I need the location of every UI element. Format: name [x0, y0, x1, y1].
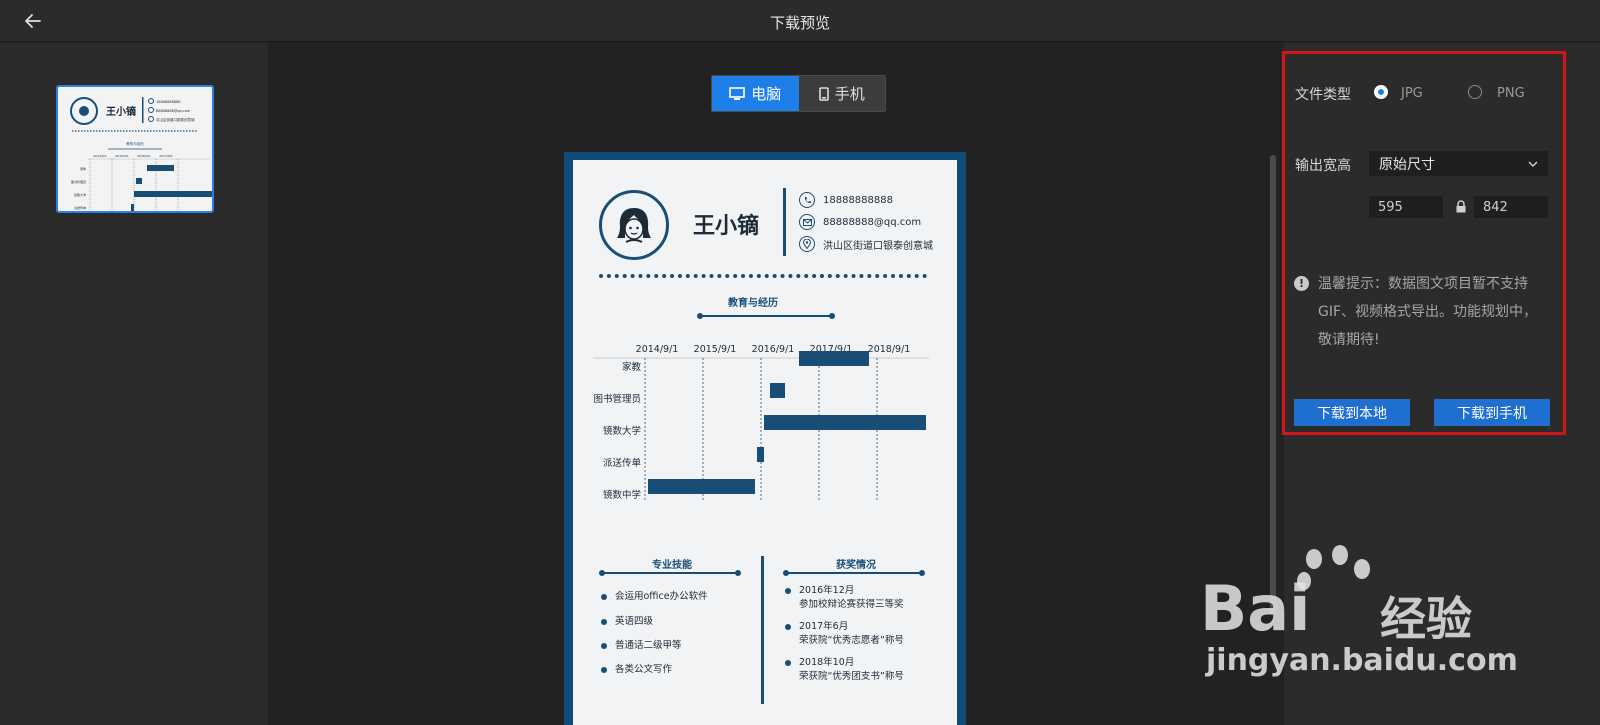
watermark-brand: Bai	[1200, 572, 1311, 645]
watermark-brand-cn: 经验	[1380, 592, 1472, 646]
file-type-label: 文件类型	[1295, 87, 1351, 103]
timeline-bar	[799, 351, 869, 366]
page-thumbnail[interactable]: 王小镝 18888888888 88888888@qq.com 洪山区街道口银泰…	[56, 85, 214, 213]
phone-text: 18888888888	[823, 194, 893, 206]
thumbnail-panel: 王小镝 18888888888 88888888@qq.com 洪山区街道口银泰…	[0, 43, 268, 725]
location-pin-icon	[799, 236, 815, 252]
contact-email: 88888888@qq.com	[799, 214, 921, 230]
education-section-title: 教育与经历	[728, 298, 778, 309]
thumb-row-label: 图书管理员	[71, 179, 86, 184]
section-line-dot	[919, 570, 925, 576]
height-input[interactable]	[1474, 196, 1548, 218]
section-line	[602, 572, 738, 574]
preview-scrollbar[interactable]	[1270, 155, 1276, 615]
output-size-label: 输出宽高	[1295, 158, 1351, 174]
timeline-row-label: 镜数大学	[603, 425, 641, 437]
mail-icon	[799, 214, 815, 230]
email-text: 88888888@qq.com	[823, 216, 922, 228]
resume-name: 王小镝	[693, 214, 760, 239]
column-divider	[761, 556, 764, 704]
thumb-date-label: 2014/9/1	[93, 154, 107, 158]
download-local-button[interactable]: 下载到本地	[1294, 399, 1410, 426]
contact-address: 洪山区街道口银泰创意城	[799, 236, 933, 252]
thumbnail-preview: 王小镝 18888888888 88888888@qq.com 洪山区街道口银泰…	[70, 97, 212, 211]
png-label: PNG	[1497, 86, 1525, 101]
jpg-label: JPG	[1401, 86, 1423, 101]
award-item: 2018年10月 荣获院“优秀团支书”称号	[785, 656, 904, 684]
timeline-row-label: 家教	[622, 361, 642, 373]
watermark-url: jingyan.baidu.com	[1206, 643, 1518, 678]
awards-section-title: 获奖情况	[836, 560, 876, 571]
jpg-radio[interactable]	[1374, 85, 1388, 99]
monitor-icon	[729, 86, 746, 100]
timeline-date-label: 2018/9/1	[868, 344, 911, 355]
section-line	[786, 572, 922, 574]
device-toggle: 电脑 手机	[711, 75, 886, 112]
computer-view-button[interactable]: 电脑	[712, 76, 799, 111]
computer-view-label: 电脑	[751, 85, 782, 103]
thumb-date-label: 2015/9/1	[115, 154, 129, 158]
section-line-dot	[829, 313, 835, 319]
thumb-row-label: 家教	[80, 166, 86, 171]
mobile-view-button[interactable]: 手机	[798, 76, 885, 111]
width-input[interactable]	[1369, 196, 1443, 218]
thumb-row-label: 镜数大学	[74, 192, 86, 197]
skill-item: 会运用office办公软件	[601, 590, 708, 604]
thumb-line-2: 88888888@qq.com	[156, 109, 191, 113]
header-dotted-line	[599, 274, 927, 278]
section-line-dot	[735, 570, 741, 576]
warning-icon: !	[1294, 276, 1309, 291]
png-radio[interactable]	[1468, 85, 1482, 99]
lock-icon[interactable]	[1455, 200, 1467, 213]
timeline-bar	[770, 383, 785, 398]
timeline-date-label: 2015/9/1	[694, 344, 737, 355]
phone-icon	[799, 192, 815, 208]
preview-area: 电脑 手机 王小镝 18888888888 88888888@qq.com 洪山…	[268, 43, 1284, 725]
timeline-bar	[764, 415, 926, 430]
settings-highlight-box	[1282, 51, 1566, 435]
thumb-name: 王小镝	[106, 105, 136, 118]
section-line	[700, 315, 832, 317]
timeline-row-label: 镜数中学	[603, 489, 641, 501]
avatar	[599, 190, 669, 260]
thumb-date-label: 2017/9/1	[159, 154, 173, 158]
timeline-bar	[757, 447, 764, 462]
resume-preview: 王小镝 18888888888 88888888@qq.com 洪山区街道口银泰…	[564, 152, 966, 725]
download-mobile-button[interactable]: 下载到手机	[1434, 399, 1550, 426]
header-divider	[783, 188, 786, 256]
skill-item: 英语四级	[601, 615, 653, 629]
mobile-view-label: 手机	[834, 85, 865, 103]
award-item: 2016年12月 参加校辩论赛获得三等奖	[785, 584, 904, 612]
timeline-date-label: 2016/9/1	[752, 344, 795, 355]
phone-icon	[818, 86, 829, 101]
address-text: 洪山区街道口银泰创意城	[823, 240, 933, 252]
thumb-line-3: 洪山区街道口银泰创意城	[156, 117, 195, 122]
thumb-row-label: 派送传单	[74, 205, 86, 210]
contact-phone: 18888888888	[799, 192, 893, 208]
skill-item: 普通话二级甲等	[601, 639, 682, 653]
resume-page: 王小镝 18888888888 88888888@qq.com 洪山区街道口银泰…	[573, 160, 957, 725]
thumb-section-title: 教育与经历	[126, 141, 144, 146]
timeline-date-label: 2014/9/1	[636, 344, 679, 355]
timeline-row-label: 图书管理员	[593, 393, 641, 405]
award-item: 2017年6月 荣获院“优秀志愿者”称号	[785, 620, 904, 648]
thumb-line-1: 18888888888	[156, 100, 181, 104]
skills-section-title: 专业技能	[652, 560, 692, 571]
timeline-row-label: 派送传单	[603, 457, 642, 469]
timeline-bar	[648, 479, 755, 494]
thumb-date-label: 2016/9/1	[137, 154, 151, 158]
girl-avatar-icon	[617, 208, 651, 243]
tip-text: 温馨提示：数据图文项目暂不支持GIF、视频格式导出。功能规划中，敬请期待!	[1318, 276, 1538, 348]
timeline-chart: 2014/9/1 2015/9/1 2016/9/1 2017/9/1 2018/9/1…	[593, 344, 929, 501]
top-bar: 下载预览	[0, 0, 1600, 42]
page-title: 下载预览	[769, 14, 830, 32]
size-select-value: 原始尺寸	[1379, 156, 1435, 173]
chevron-down-icon	[1528, 161, 1538, 167]
size-select[interactable]: 原始尺寸	[1369, 151, 1548, 176]
skill-item: 各类公文写作	[601, 663, 672, 677]
